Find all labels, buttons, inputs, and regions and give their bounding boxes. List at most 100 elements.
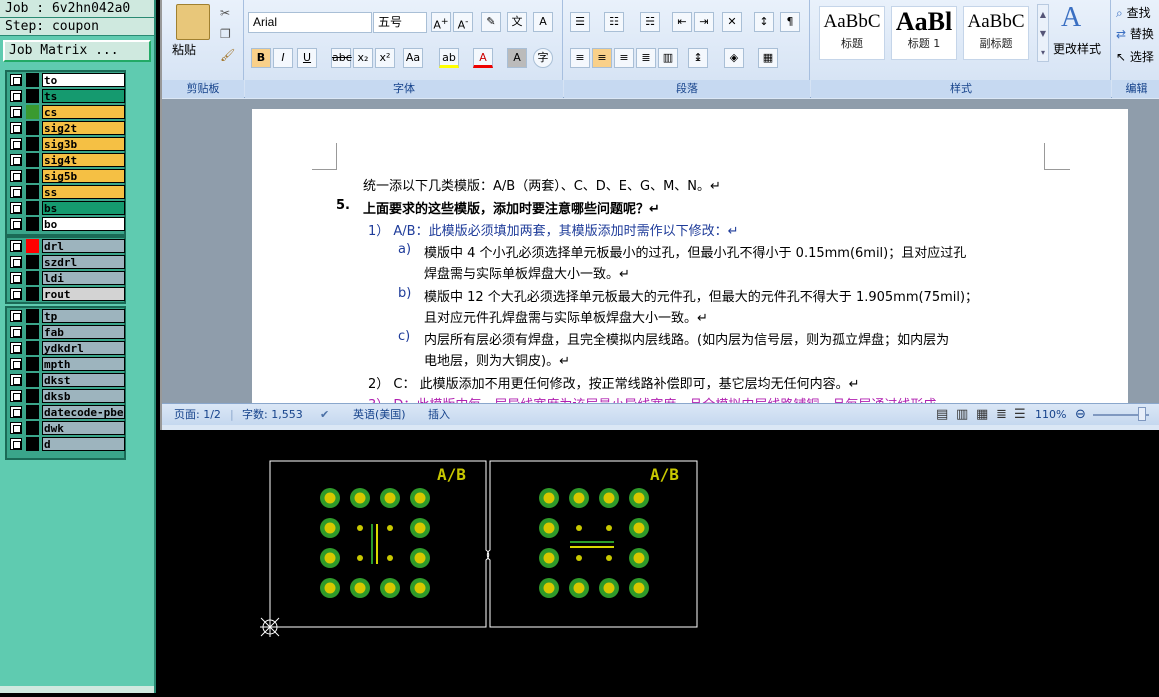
distribute-icon[interactable]: ▥ bbox=[658, 48, 678, 68]
layer-color-swatch[interactable] bbox=[26, 89, 39, 103]
style-gallery-item[interactable]: AaBbC 标题 bbox=[819, 6, 885, 60]
show-marks-icon[interactable]: ¶ bbox=[780, 12, 800, 32]
layer-color-swatch[interactable] bbox=[26, 153, 39, 167]
document-area[interactable]: 统一添以下几类模版：A/B（两套）、C、D、E、G、M、N。↵ 5. 上面要求的… bbox=[162, 99, 1159, 403]
layer-name[interactable]: dwk bbox=[42, 421, 125, 435]
underline-icon[interactable]: U bbox=[297, 48, 317, 68]
layer-name[interactable]: bs bbox=[42, 201, 125, 215]
styles-scroll[interactable]: ▲ ▼ ▾ bbox=[1037, 4, 1049, 62]
clear-format-icon[interactable]: ✎ bbox=[481, 12, 501, 32]
layer-checkbox[interactable] bbox=[10, 390, 22, 402]
style-gallery-item[interactable]: AaBl 标题 1 bbox=[891, 6, 957, 60]
grow-font-icon[interactable]: A+ bbox=[431, 12, 451, 32]
layer-color-swatch[interactable] bbox=[26, 169, 39, 183]
insert-mode[interactable]: 插入 bbox=[428, 404, 450, 425]
decrease-indent-icon[interactable]: ⇤ bbox=[672, 12, 692, 32]
layer-row[interactable]: datecode-pbe bbox=[7, 404, 125, 420]
font-size-combo[interactable]: 五号 bbox=[373, 12, 427, 33]
view-print-layout-icon[interactable]: ▤ bbox=[936, 404, 948, 425]
layer-color-swatch[interactable] bbox=[26, 421, 39, 435]
numbering-icon[interactable]: ☷ bbox=[604, 12, 624, 32]
layer-color-swatch[interactable] bbox=[26, 255, 39, 269]
layer-row[interactable]: cs bbox=[7, 104, 125, 120]
layer-checkbox[interactable] bbox=[10, 406, 22, 418]
layer-row[interactable]: tp bbox=[7, 308, 125, 324]
layer-row[interactable]: sig2t bbox=[7, 120, 125, 136]
layer-checkbox[interactable] bbox=[10, 106, 22, 118]
job-matrix-button[interactable]: Job Matrix ... bbox=[3, 40, 151, 62]
layer-color-swatch[interactable] bbox=[26, 121, 39, 135]
layer-name[interactable]: ydkdrl bbox=[42, 341, 125, 355]
subscript-icon[interactable]: x₂ bbox=[353, 48, 373, 68]
shading-icon[interactable]: ◈ bbox=[724, 48, 744, 68]
change-styles-label[interactable]: 更改样式 bbox=[1053, 40, 1101, 57]
language[interactable]: 英语(美国) bbox=[353, 404, 406, 425]
layer-row[interactable]: d bbox=[7, 436, 125, 452]
layer-row[interactable]: fab bbox=[7, 324, 125, 340]
layer-row[interactable]: sig4t bbox=[7, 152, 125, 168]
align-left-icon[interactable]: ≡ bbox=[570, 48, 590, 68]
layer-name[interactable]: to bbox=[42, 73, 125, 87]
style-gallery-item[interactable]: AaBbC 副标题 bbox=[963, 6, 1029, 60]
layer-checkbox[interactable] bbox=[10, 170, 22, 182]
layer-color-swatch[interactable] bbox=[26, 437, 39, 451]
copy-icon[interactable]: ❐ bbox=[220, 27, 231, 41]
layer-checkbox[interactable] bbox=[10, 256, 22, 268]
layer-name[interactable]: dksb bbox=[42, 389, 125, 403]
change-case-icon[interactable]: Aa bbox=[403, 48, 423, 68]
layer-row[interactable]: bo bbox=[7, 216, 125, 232]
layer-color-swatch[interactable] bbox=[26, 201, 39, 215]
layer-row[interactable]: dwk bbox=[7, 420, 125, 436]
layer-name[interactable]: drl bbox=[42, 239, 125, 253]
layer-row[interactable]: rout bbox=[7, 286, 125, 302]
layer-name[interactable]: szdrl bbox=[42, 255, 125, 269]
layer-name[interactable]: rout bbox=[42, 287, 125, 301]
layer-name[interactable]: sig5b bbox=[42, 169, 125, 183]
layer-color-swatch[interactable] bbox=[26, 217, 39, 231]
layer-checkbox[interactable] bbox=[10, 438, 22, 450]
layer-row[interactable]: sig3b bbox=[7, 136, 125, 152]
layer-name[interactable]: sig2t bbox=[42, 121, 125, 135]
zoom-out-icon[interactable]: ⊖ bbox=[1075, 404, 1086, 425]
layer-row[interactable]: drl bbox=[7, 238, 125, 254]
layer-checkbox[interactable] bbox=[10, 358, 22, 370]
layer-row[interactable]: dkst bbox=[7, 372, 125, 388]
layer-row[interactable]: szdrl bbox=[7, 254, 125, 270]
view-draft-icon[interactable]: ☰ bbox=[1014, 404, 1026, 425]
shrink-font-icon[interactable]: A- bbox=[453, 12, 473, 32]
layer-row[interactable]: ldi bbox=[7, 270, 125, 286]
paste-icon[interactable] bbox=[176, 4, 210, 40]
layer-checkbox[interactable] bbox=[10, 374, 22, 386]
layer-checkbox[interactable] bbox=[10, 272, 22, 284]
layer-color-swatch[interactable] bbox=[26, 325, 39, 339]
bold-icon[interactable]: B bbox=[251, 48, 271, 68]
find-button[interactable]: ⌕ 查找 bbox=[1116, 4, 1151, 21]
layer-name[interactable]: sig4t bbox=[42, 153, 125, 167]
align-center-icon[interactable]: ≡ bbox=[592, 48, 612, 68]
layer-color-swatch[interactable] bbox=[26, 239, 39, 253]
view-web-icon[interactable]: ▦ bbox=[976, 404, 988, 425]
layer-name[interactable]: ss bbox=[42, 185, 125, 199]
layer-color-swatch[interactable] bbox=[26, 287, 39, 301]
page-count[interactable]: 页面: 1/2 bbox=[174, 404, 221, 425]
layer-checkbox[interactable] bbox=[10, 122, 22, 134]
format-painter-icon[interactable]: 🖌 bbox=[220, 48, 235, 62]
layer-row[interactable]: ydkdrl bbox=[7, 340, 125, 356]
layer-row[interactable]: ts bbox=[7, 88, 125, 104]
layer-color-swatch[interactable] bbox=[26, 373, 39, 387]
layer-row[interactable]: mpth bbox=[7, 356, 125, 372]
layer-color-swatch[interactable] bbox=[26, 271, 39, 285]
layer-color-swatch[interactable] bbox=[26, 105, 39, 119]
font-name-combo[interactable]: Arial bbox=[248, 12, 372, 33]
multilevel-list-icon[interactable]: ☵ bbox=[640, 12, 660, 32]
superscript-icon[interactable]: x² bbox=[375, 48, 395, 68]
zoom-level[interactable]: 110% bbox=[1035, 404, 1066, 425]
chinese-layout-icon[interactable]: ✕ bbox=[722, 12, 742, 32]
layer-checkbox[interactable] bbox=[10, 342, 22, 354]
layer-name[interactable]: datecode-pbe bbox=[42, 405, 125, 419]
cam-canvas[interactable]: A/B A/B bbox=[158, 430, 1159, 693]
char-shading-icon[interactable]: A bbox=[507, 48, 527, 68]
document-page[interactable]: 统一添以下几类模版：A/B（两套）、C、D、E、G、M、N。↵ 5. 上面要求的… bbox=[252, 109, 1128, 403]
word-count[interactable]: 字数: 1,553 bbox=[242, 404, 303, 425]
layer-name[interactable]: bo bbox=[42, 217, 125, 231]
